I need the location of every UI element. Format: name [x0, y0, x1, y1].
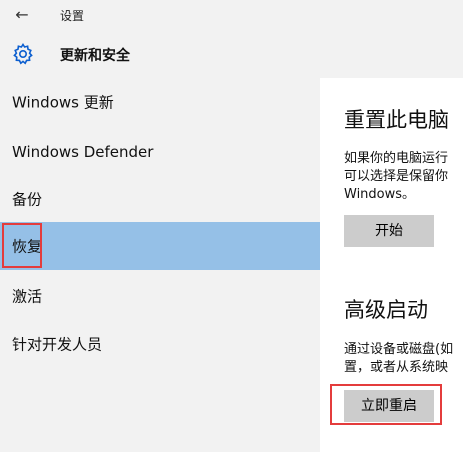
section-title: 更新和安全: [60, 48, 130, 64]
window-title: 设置: [60, 9, 85, 23]
sidebar-item-windows-update[interactable]: Windows 更新: [0, 78, 320, 126]
section-header: 更新和安全: [0, 30, 463, 78]
sidebar-item-label: Windows 更新: [12, 93, 114, 112]
gear-icon: [13, 43, 33, 65]
sidebar-item-recovery[interactable]: 恢复: [0, 222, 320, 270]
back-button[interactable]: ←: [10, 5, 34, 25]
get-started-button[interactable]: 开始: [344, 215, 434, 247]
sidebar-item-label: 针对开发人员: [12, 335, 103, 354]
reset-pc-heading: 重置此电脑: [344, 108, 449, 132]
reset-pc-description-line-2: 可以选择是保留你: [344, 169, 449, 184]
sidebar-item-label: 恢复: [12, 237, 43, 256]
sidebar: Windows 更新 Windows Defender 备份 恢复 激活 针对开…: [0, 78, 320, 452]
sidebar-item-label: Windows Defender: [12, 143, 154, 161]
reset-pc-description-line-3: Windows。: [344, 187, 416, 202]
sidebar-item-backup[interactable]: 备份: [0, 175, 320, 223]
back-arrow-icon: ←: [15, 5, 29, 24]
restart-now-button[interactable]: 立即重启: [344, 390, 434, 422]
advanced-startup-heading: 高级启动: [344, 298, 428, 322]
sidebar-item-activation[interactable]: 激活: [0, 272, 320, 320]
sidebar-item-label: 激活: [12, 287, 43, 306]
advanced-startup-description-line-2: 置，或者从系统映: [344, 360, 449, 375]
main-content: 重置此电脑 如果你的电脑运行 可以选择是保留你 Windows。 开始 高级启动…: [320, 78, 463, 452]
sidebar-item-windows-defender[interactable]: Windows Defender: [0, 128, 320, 176]
title-bar: ← 设置: [0, 0, 463, 30]
advanced-startup-description-line-1: 通过设备或磁盘(如: [344, 342, 454, 357]
sidebar-item-label: 备份: [12, 190, 43, 209]
reset-pc-description-line-1: 如果你的电脑运行: [344, 151, 449, 166]
sidebar-item-for-developers[interactable]: 针对开发人员: [0, 320, 320, 368]
